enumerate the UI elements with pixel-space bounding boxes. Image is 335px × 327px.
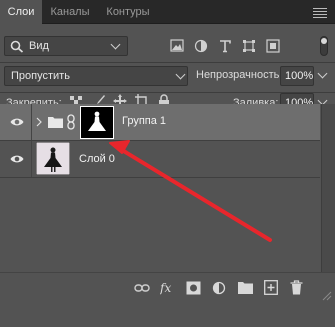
link-layers-icon[interactable] bbox=[134, 282, 150, 294]
adjustment-layer-icon[interactable] bbox=[212, 281, 226, 295]
delete-layer-icon[interactable] bbox=[290, 280, 303, 295]
resize-grip-icon[interactable] bbox=[322, 291, 332, 301]
new-layer-icon[interactable] bbox=[264, 280, 278, 295]
fx-icon[interactable]: fx bbox=[160, 281, 176, 295]
svg-text:fx: fx bbox=[160, 281, 171, 295]
add-mask-icon[interactable] bbox=[186, 281, 201, 295]
bottom-toolbar: fx bbox=[0, 272, 335, 303]
new-group-icon[interactable] bbox=[238, 281, 253, 294]
